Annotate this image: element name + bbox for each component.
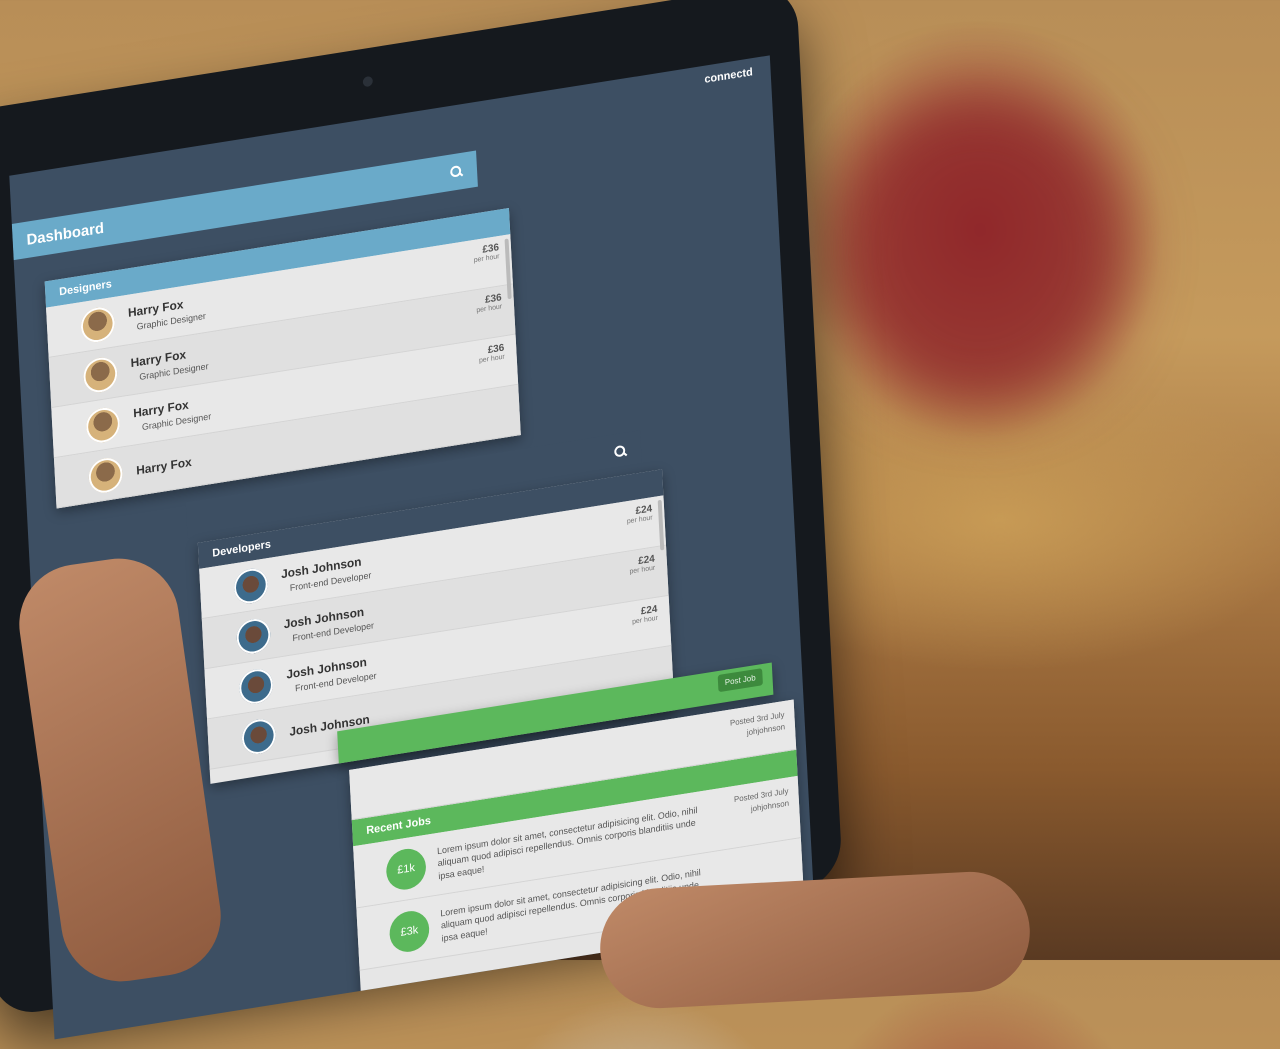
avatar	[82, 354, 119, 395]
background-person-right	[830, 90, 1130, 410]
avatar	[241, 716, 277, 756]
avatar	[87, 455, 124, 495]
job-budget-badge: £3k	[388, 907, 431, 955]
avatar	[80, 304, 116, 345]
search-icon[interactable]	[449, 164, 464, 180]
designer-name: Harry Fox	[135, 454, 192, 478]
camera-icon	[362, 75, 374, 88]
avatar	[235, 616, 272, 656]
avatar	[233, 565, 269, 606]
post-job-button[interactable]: Post Job	[717, 668, 763, 693]
avatar	[238, 666, 274, 706]
brand-logo[interactable]: connectd	[704, 66, 753, 86]
search-icon[interactable]	[613, 443, 628, 459]
hand-right-thumb	[597, 868, 1033, 1012]
job-budget-badge: £1k	[385, 845, 427, 892]
page-title: Dashboard	[26, 219, 105, 249]
avatar	[85, 404, 121, 445]
